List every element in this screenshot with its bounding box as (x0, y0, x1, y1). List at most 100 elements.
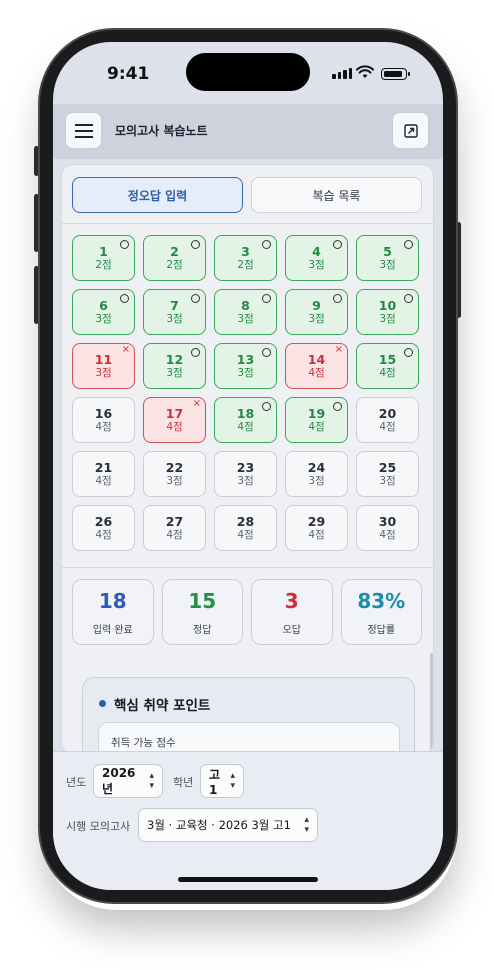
scrollbar[interactable] (430, 653, 433, 753)
grade-select-value: 고1 (209, 767, 221, 797)
stat-wrong-value: 3 (284, 588, 299, 613)
year-select[interactable]: 2026년 ▴ ▾ (93, 764, 163, 798)
stat-accuracy-value: 83% (357, 588, 406, 613)
year-label: 년도 (66, 776, 87, 789)
stats-row: 18 입력 완료 15 정답 3 오답 83% 정답률 (72, 579, 422, 645)
question-cell-17[interactable]: 17 4점 × (143, 397, 206, 443)
question-points: 4점 (308, 528, 325, 541)
tab-bar: 정오답 입력 복습 목록 (72, 177, 422, 213)
tab-review-list[interactable]: 복습 목록 (251, 177, 422, 213)
export-icon (403, 123, 418, 138)
question-cell-21[interactable]: 21 4점 (72, 451, 135, 497)
divider (62, 223, 433, 224)
question-cell-30[interactable]: 30 4점 (356, 505, 419, 551)
question-points: 3점 (379, 258, 396, 271)
question-cell-28[interactable]: 28 4점 (214, 505, 277, 551)
battery-icon (381, 68, 410, 80)
obtainable-score-box: 취득 가능 점수 (98, 722, 400, 753)
question-number: 9 (312, 297, 321, 313)
circle-icon (262, 348, 271, 357)
question-cell-5[interactable]: 5 3점 (356, 235, 419, 281)
hamburger-menu-icon (74, 123, 93, 138)
question-number: 1 (99, 243, 108, 259)
divider (62, 567, 433, 568)
home-indicator[interactable] (178, 877, 318, 882)
question-number: 23 (236, 459, 255, 475)
stat-correct: 15 정답 (161, 579, 243, 645)
question-points: 4점 (237, 528, 254, 541)
question-cell-18[interactable]: 18 4점 (214, 397, 277, 443)
question-cell-11[interactable]: 11 3점 × (72, 343, 135, 389)
exam-select[interactable]: 3월 · 교육청 · 2026 3월 고1 ▴ ▾ (138, 808, 318, 842)
question-number: 13 (236, 351, 255, 367)
question-cell-15[interactable]: 15 4점 (356, 343, 419, 389)
question-number: 24 (307, 459, 326, 475)
bullet-dot-icon (99, 700, 106, 707)
question-cell-7[interactable]: 7 3점 (143, 289, 206, 335)
question-cell-4[interactable]: 4 3점 (285, 235, 348, 281)
question-points: 4점 (379, 366, 396, 379)
question-points: 4점 (95, 528, 112, 541)
stat-entered: 18 입력 완료 (72, 579, 154, 645)
question-cell-9[interactable]: 9 3점 (285, 289, 348, 335)
cellular-signal-icon (332, 68, 352, 79)
question-cell-24[interactable]: 24 3점 (285, 451, 348, 497)
question-cell-22[interactable]: 22 3점 (143, 451, 206, 497)
question-points: 3점 (95, 366, 112, 379)
question-number: 3 (241, 243, 250, 259)
stat-wrong-label: 오답 (282, 624, 301, 636)
weak-points-card: 핵심 취약 포인트 취득 가능 점수 (82, 677, 415, 753)
question-cell-20[interactable]: 20 4점 (356, 397, 419, 443)
stat-wrong: 3 오답 (251, 579, 333, 645)
question-cell-26[interactable]: 26 4점 (72, 505, 135, 551)
question-cell-2[interactable]: 2 2점 (143, 235, 206, 281)
question-points: 3점 (308, 312, 325, 325)
x-icon: × (121, 344, 130, 355)
chevron-up-down-icon: ▴ ▾ (230, 771, 235, 791)
question-cell-19[interactable]: 19 4점 (285, 397, 348, 443)
question-cell-29[interactable]: 29 4점 (285, 505, 348, 551)
question-cell-14[interactable]: 14 4점 × (285, 343, 348, 389)
question-cell-13[interactable]: 13 3점 (214, 343, 277, 389)
device-frame: 9:41 모의고사 복습노트 정오답 입력 복습 목록 1 2점 2 2점 3 … (0, 0, 494, 970)
question-cell-8[interactable]: 8 3점 (214, 289, 277, 335)
question-cell-12[interactable]: 12 3점 (143, 343, 206, 389)
question-cell-6[interactable]: 6 3점 (72, 289, 135, 335)
question-cell-16[interactable]: 16 4점 (72, 397, 135, 443)
export-button[interactable] (392, 112, 429, 149)
chevron-up-down-icon: ▴ ▾ (304, 815, 309, 835)
question-points: 3점 (237, 312, 254, 325)
question-cell-3[interactable]: 3 2점 (214, 235, 277, 281)
menu-button[interactable] (65, 112, 102, 149)
status-time: 9:41 (107, 64, 150, 84)
question-cell-23[interactable]: 23 3점 (214, 451, 277, 497)
question-number: 29 (307, 513, 326, 529)
stat-entered-value: 18 (98, 588, 127, 613)
status-bar: 9:41 (53, 42, 443, 104)
grade-select[interactable]: 고1 ▴ ▾ (200, 764, 244, 798)
question-number: 4 (312, 243, 321, 259)
question-cell-1[interactable]: 1 2점 (72, 235, 135, 281)
exam-select-value: 3월 · 교육청 · 2026 3월 고1 (147, 818, 291, 832)
x-icon: × (334, 344, 343, 355)
question-cell-10[interactable]: 10 3점 (356, 289, 419, 335)
question-cell-27[interactable]: 27 4점 (143, 505, 206, 551)
question-points: 2점 (95, 258, 112, 271)
question-points: 3점 (379, 312, 396, 325)
question-number: 20 (378, 405, 397, 421)
exam-label: 시행 모의고사 (66, 820, 131, 833)
question-number: 26 (94, 513, 113, 529)
question-number: 5 (383, 243, 392, 259)
question-cell-25[interactable]: 25 3점 (356, 451, 419, 497)
circle-icon (262, 240, 271, 249)
circle-icon (120, 240, 129, 249)
tab-answer-input[interactable]: 정오답 입력 (72, 177, 243, 213)
question-number: 6 (99, 297, 108, 313)
question-grid: 1 2점 2 2점 3 2점 4 3점 5 3점 6 3점 7 3점 8 3점 9 3점 10 3점 11 3점 × 12 3점… (72, 235, 422, 551)
chevron-up-down-icon: ▴ ▾ (149, 771, 154, 791)
question-number: 14 (307, 351, 326, 367)
stat-correct-label: 정답 (193, 624, 212, 636)
circle-icon (404, 294, 413, 303)
year-select-value: 2026년 (102, 765, 136, 796)
question-number: 30 (378, 513, 397, 529)
